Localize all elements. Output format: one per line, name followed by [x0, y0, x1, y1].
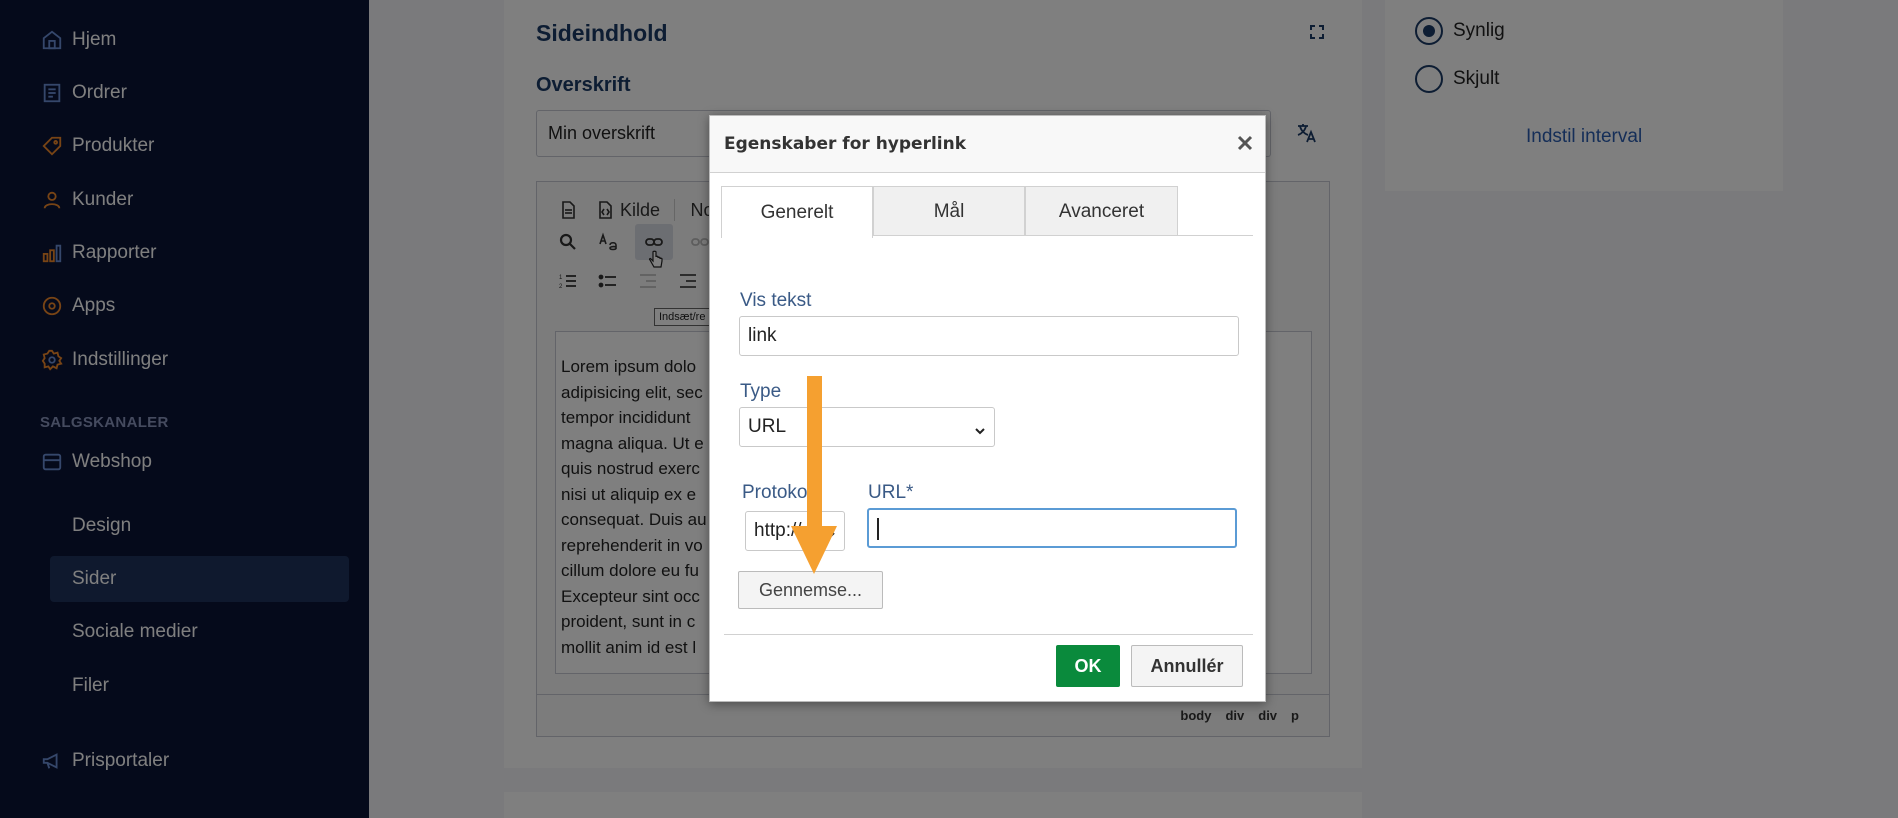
text-caret: [877, 518, 879, 540]
chevron-down-icon: [974, 421, 986, 435]
cancel-button[interactable]: Annullér: [1131, 645, 1243, 687]
tab-divider: [874, 235, 1253, 236]
url-label: URL*: [868, 482, 914, 503]
annotation-arrow-icon: [791, 376, 837, 574]
ok-button[interactable]: OK: [1056, 645, 1120, 687]
dialog-title: Egenskaber for hyperlink: [724, 134, 967, 154]
url-input[interactable]: [867, 508, 1237, 548]
type-label: Type: [740, 381, 782, 402]
tab-maal[interactable]: Mål: [873, 186, 1025, 236]
type-select[interactable]: URL: [739, 407, 995, 447]
display-text-input[interactable]: link: [739, 316, 1239, 356]
tab-generelt[interactable]: Generelt: [721, 186, 873, 238]
browse-button[interactable]: Gennemse...: [738, 571, 883, 609]
dialog-header: Egenskaber for hyperlink: [710, 116, 1265, 173]
close-icon[interactable]: [1232, 130, 1258, 156]
type-value: URL: [748, 416, 787, 437]
display-text-label: Vis tekst: [740, 290, 812, 311]
tab-avanceret[interactable]: Avanceret: [1025, 186, 1178, 236]
display-text-value: link: [748, 325, 777, 346]
dialog-footer-divider: [724, 634, 1253, 635]
